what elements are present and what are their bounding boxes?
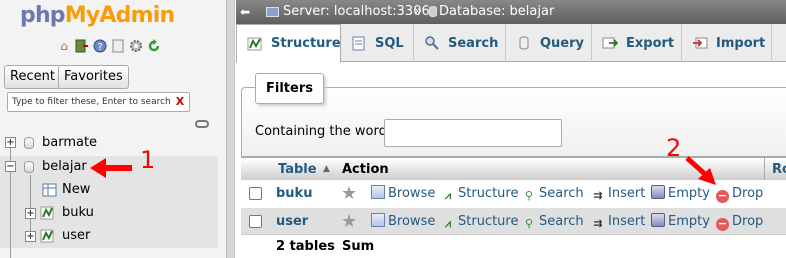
column-header-action: Action xyxy=(342,162,389,177)
drop-action[interactable]: − Drop xyxy=(716,208,763,236)
insert-icon: ⇉ xyxy=(593,189,603,202)
browse-action[interactable]: Browse xyxy=(371,208,435,236)
database-icon xyxy=(24,137,34,149)
table-footer-row: 2 tables Sum xyxy=(241,234,786,258)
nav-table-user[interactable]: user xyxy=(62,228,90,244)
navigation-filter-input[interactable] xyxy=(7,92,190,112)
collapse-arrow-icon[interactable]: ⬅ xyxy=(240,0,250,24)
settings-icon[interactable] xyxy=(128,38,144,54)
nav-database-belajar[interactable]: belajar xyxy=(42,159,87,175)
search-action[interactable]: ⚲ Search xyxy=(522,180,584,208)
database-icon xyxy=(24,161,34,173)
favorite-star-icon[interactable]: ★ xyxy=(341,212,357,232)
drop-icon: − xyxy=(716,189,729,203)
home-icon[interactable]: ⌂ xyxy=(56,38,72,54)
tab-structure[interactable]: Structure xyxy=(236,24,341,63)
table-row: user ★ Browse ⩘ Structure ⚲ Search ⇉ Insert… xyxy=(241,208,786,236)
structure-icon: ⩘ xyxy=(444,217,452,230)
expand-buku-icon[interactable]: + xyxy=(25,208,36,219)
collapse-belajar-icon[interactable]: − xyxy=(5,161,16,172)
drop-icon: − xyxy=(716,217,729,231)
browse-icon xyxy=(371,213,385,227)
filter-word-label: Containing the word: xyxy=(255,124,392,139)
empty-action[interactable]: Empty xyxy=(651,208,710,236)
expand-user-icon[interactable]: + xyxy=(25,231,36,242)
structure-action[interactable]: ⩘ Structure xyxy=(441,208,519,236)
logout-icon[interactable] xyxy=(74,38,90,54)
breadcrumb-server[interactable]: Server: localhost:3306 xyxy=(283,0,430,24)
tab-import[interactable]: Import xyxy=(682,24,772,62)
tab-bar: Structure SQL Search Query Export Import xyxy=(236,24,786,63)
favorite-star-icon[interactable]: ★ xyxy=(341,184,357,204)
breadcrumb-database[interactable]: Database: belajar xyxy=(439,0,554,24)
column-divider xyxy=(764,158,765,181)
row-checkbox[interactable] xyxy=(249,215,262,228)
annotation-step-1: 1 xyxy=(140,146,156,174)
link-with-main-panel-icon[interactable] xyxy=(195,120,209,128)
column-header-rows[interactable]: Ro xyxy=(772,158,786,181)
row-checkbox[interactable] xyxy=(249,187,262,200)
search-action[interactable]: ⚲ Search xyxy=(522,208,584,236)
navigation-panel: phpMyAdmin ⌂ ? Recent Favorites X + barm… xyxy=(0,0,226,258)
nav-database-barmate[interactable]: barmate xyxy=(42,135,97,151)
reload-icon[interactable] xyxy=(146,38,162,54)
help-icon[interactable]: ? xyxy=(92,38,108,54)
structure-icon: ⩘ xyxy=(444,189,452,202)
server-icon xyxy=(266,7,279,17)
empty-icon xyxy=(651,185,665,199)
sql-icon xyxy=(351,35,367,51)
browse-icon xyxy=(371,185,385,199)
tab-search[interactable]: Search xyxy=(414,24,506,62)
docs-icon[interactable] xyxy=(110,38,126,54)
svg-text:?: ? xyxy=(97,42,102,53)
annotation-arrow-2 xyxy=(685,156,716,185)
insert-action[interactable]: ⇉ Insert xyxy=(591,180,645,208)
export-icon xyxy=(602,35,619,51)
sum-label: Sum xyxy=(342,239,375,254)
breadcrumb: ⬅ Server: localhost:3306 » Database: bel… xyxy=(236,0,786,24)
annotation-step-2: 2 xyxy=(666,134,682,162)
sort-ascending-icon[interactable]: ▲ xyxy=(323,158,330,181)
nav-table-buku[interactable]: buku xyxy=(62,205,94,221)
column-header-table[interactable]: Table xyxy=(278,158,317,181)
tab-export[interactable]: Export xyxy=(592,24,682,62)
table-structure-icon xyxy=(40,229,55,243)
table-name-link[interactable]: buku xyxy=(276,180,312,208)
database-icon xyxy=(429,6,437,17)
breadcrumb-separator: » xyxy=(414,4,422,19)
insert-action[interactable]: ⇉ Insert xyxy=(591,208,645,236)
structure-action[interactable]: ⩘ Structure xyxy=(441,180,519,208)
expand-barmate-icon[interactable]: + xyxy=(5,137,16,148)
nav-new-table[interactable]: New xyxy=(62,182,90,198)
recent-tables-button[interactable]: Recent xyxy=(4,65,61,89)
phpmyadmin-logo[interactable]: phpMyAdmin xyxy=(20,3,175,28)
table-name-link[interactable]: user xyxy=(276,208,308,236)
annotation-arrow-1 xyxy=(90,158,132,178)
import-icon xyxy=(692,35,708,51)
tab-query[interactable]: Query xyxy=(506,24,592,62)
filter-word-input[interactable] xyxy=(384,119,562,147)
navigation-resizer[interactable] xyxy=(226,0,235,258)
query-icon xyxy=(516,35,532,51)
table-structure-icon xyxy=(40,206,55,220)
structure-icon xyxy=(247,36,263,52)
browse-action[interactable]: Browse xyxy=(371,180,435,208)
insert-icon: ⇉ xyxy=(593,217,603,230)
drop-action[interactable]: − Drop xyxy=(716,180,763,208)
table-count: 2 tables xyxy=(276,239,335,254)
new-table-icon xyxy=(42,183,57,197)
empty-icon xyxy=(651,213,665,227)
tree-line xyxy=(30,175,31,237)
search-icon: ⚲ xyxy=(524,189,534,202)
search-icon xyxy=(424,35,440,51)
clear-filter-icon[interactable]: X xyxy=(174,95,186,109)
tab-sql[interactable]: SQL xyxy=(341,24,414,62)
favorite-tables-button[interactable]: Favorites xyxy=(58,65,129,89)
search-icon: ⚲ xyxy=(524,217,534,230)
filters-legend: Filters xyxy=(255,73,324,104)
